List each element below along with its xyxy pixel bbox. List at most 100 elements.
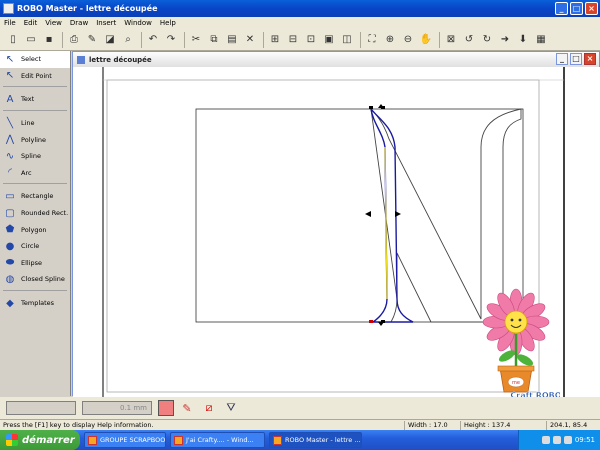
fit-view-icon[interactable]: ⛶: [364, 32, 380, 48]
tool-label: Circle: [21, 242, 40, 251]
taskbar: démarrer GROUPE SCRAPBOO... J'ai Crafty..…: [0, 430, 600, 450]
arrange-icon[interactable]: ◫: [339, 32, 355, 48]
tool-spline[interactable]: ∿ Spline: [0, 148, 70, 165]
open-icon[interactable]: ▭: [23, 32, 39, 48]
maximize-button[interactable]: □: [570, 2, 583, 15]
redo-icon[interactable]: ↷: [163, 32, 179, 48]
toolbar-separator: [62, 31, 63, 48]
toolbar-separator: [263, 31, 264, 48]
tool-edit-point[interactable]: ↖ Edit Point: [0, 68, 70, 85]
close-button[interactable]: ×: [585, 2, 598, 15]
start-button[interactable]: démarrer: [0, 430, 80, 450]
group-icon[interactable]: ⊞: [267, 32, 283, 48]
doc-close-button[interactable]: ×: [584, 53, 596, 65]
tool-label: Polyline: [21, 135, 47, 144]
taskbar-button[interactable]: J'ai Crafty.... - Wind...: [170, 432, 265, 448]
delete-icon[interactable]: ✕: [242, 32, 258, 48]
selection-handles[interactable]: [365, 104, 401, 326]
registration-icon[interactable]: ⊠: [443, 32, 459, 48]
tool-label: Arc: [21, 168, 32, 177]
media-boundary: [106, 79, 540, 393]
tool-arc[interactable]: ◜ Arc: [0, 165, 70, 182]
tool-circle[interactable]: ● Circle: [0, 238, 70, 255]
tool-line[interactable]: ╲ Line: [0, 115, 70, 132]
menu-draw[interactable]: Draw: [70, 19, 88, 27]
frame-rectangle[interactable]: [195, 108, 524, 323]
pan-hand-icon[interactable]: ✋: [418, 32, 434, 48]
system-tray: 09:51: [518, 430, 600, 450]
task-app-icon: [174, 435, 183, 445]
taskbar-button[interactable]: ROBO Master - lettre ...: [269, 432, 362, 448]
tool-polygon[interactable]: ⬟ Polygon: [0, 221, 70, 238]
find-icon[interactable]: ⌕: [120, 32, 136, 48]
copy-icon[interactable]: ⧉: [206, 32, 222, 48]
zoom-out-icon[interactable]: ⊖: [400, 32, 416, 48]
tool-closed-spline[interactable]: ◍ Closed Spline: [0, 271, 70, 288]
forward-icon[interactable]: ➜: [497, 32, 513, 48]
line-color-icon[interactable]: ✎: [178, 399, 196, 417]
print-preview-icon[interactable]: ◪: [102, 32, 118, 48]
select-arrow-icon: ↖: [5, 53, 15, 65]
ellipse-icon: ⬬: [5, 257, 15, 269]
tool-label: Text: [21, 95, 35, 104]
tray-volume-icon[interactable]: [552, 436, 561, 444]
craft-robo-flower-logo: me Craft ROBO: [482, 288, 560, 400]
tool-rounded-rect[interactable]: ▢ Rounded Rect.: [0, 205, 70, 222]
menu-insert[interactable]: Insert: [96, 19, 116, 27]
tool-templates[interactable]: ◆ Templates: [0, 295, 70, 312]
rounded-rect-icon: ▢: [5, 207, 15, 219]
tray-network-icon[interactable]: [541, 436, 550, 444]
title-bar[interactable]: ROBO Master - lettre découpée _ □ ×: [0, 0, 600, 17]
line-width-field[interactable]: 0.1 mm: [82, 401, 152, 415]
ungroup-icon[interactable]: ⊟: [285, 32, 301, 48]
grid-icon[interactable]: ▦: [533, 32, 549, 48]
doc-minimize-button[interactable]: _: [556, 53, 568, 65]
no-fill-icon[interactable]: ⧄: [200, 399, 218, 417]
task-app-icon: [273, 435, 282, 445]
menu-file[interactable]: File: [4, 19, 16, 27]
line-icon: ╲: [6, 117, 14, 129]
cut-to-robo-icon[interactable]: ✎: [84, 32, 100, 48]
menu-help[interactable]: Help: [160, 19, 176, 27]
doc-restore-button[interactable]: □: [570, 53, 582, 65]
minimize-button[interactable]: _: [555, 2, 568, 15]
tool-select[interactable]: ↖ Select: [0, 51, 70, 68]
tool-label: Spline: [21, 152, 41, 161]
tool-rectangle[interactable]: ▭ Rectangle: [0, 188, 70, 205]
cut-icon[interactable]: ✂: [188, 32, 204, 48]
paste-icon[interactable]: ▤: [224, 32, 240, 48]
cursor-coords: 204.1, 85.4: [546, 421, 587, 430]
order-icon[interactable]: ▣: [321, 32, 337, 48]
menu-edit[interactable]: Edit: [24, 19, 38, 27]
taskbar-button[interactable]: GROUPE SCRAPBOO...: [84, 432, 166, 448]
menu-view[interactable]: View: [45, 19, 62, 27]
new-icon[interactable]: ▯: [5, 32, 21, 48]
menu-window[interactable]: Window: [124, 19, 152, 27]
toolbar-separator: [184, 31, 185, 48]
selected-stem-path[interactable]: [369, 106, 414, 323]
align-icon[interactable]: ⊡: [303, 32, 319, 48]
tool-label: Edit Point: [21, 71, 52, 80]
app-icon: [3, 3, 14, 14]
line-style-field[interactable]: [6, 401, 76, 415]
property-bar: 0.1 mm ✎ ⧄ ⛛: [0, 397, 600, 419]
rotate-left-icon[interactable]: ↺: [461, 32, 477, 48]
send-icon[interactable]: ⬇: [515, 32, 531, 48]
rotate-right-icon[interactable]: ↻: [479, 32, 495, 48]
tray-security-icon[interactable]: [563, 436, 572, 444]
tool-label: Closed Spline: [21, 275, 65, 284]
zoom-in-icon[interactable]: ⊕: [382, 32, 398, 48]
undo-icon[interactable]: ↶: [145, 32, 161, 48]
paint-bucket-icon[interactable]: ⛛: [222, 399, 240, 417]
tool-label: Ellipse: [21, 258, 43, 267]
print-icon[interactable]: ⎙: [66, 32, 82, 48]
toolbar-separator: [360, 31, 361, 48]
fill-color-swatch[interactable]: [158, 400, 174, 416]
tool-text[interactable]: A Text: [0, 91, 70, 108]
polygon-icon: ⬟: [5, 224, 15, 236]
save-icon[interactable]: ▪: [41, 32, 57, 48]
tool-polyline[interactable]: ⋀ Polyline: [0, 131, 70, 148]
tool-ellipse[interactable]: ⬬ Ellipse: [0, 255, 70, 272]
tool-label: Polygon: [21, 225, 47, 234]
document-title-bar[interactable]: lettre découpée _ □ ×: [73, 52, 599, 67]
